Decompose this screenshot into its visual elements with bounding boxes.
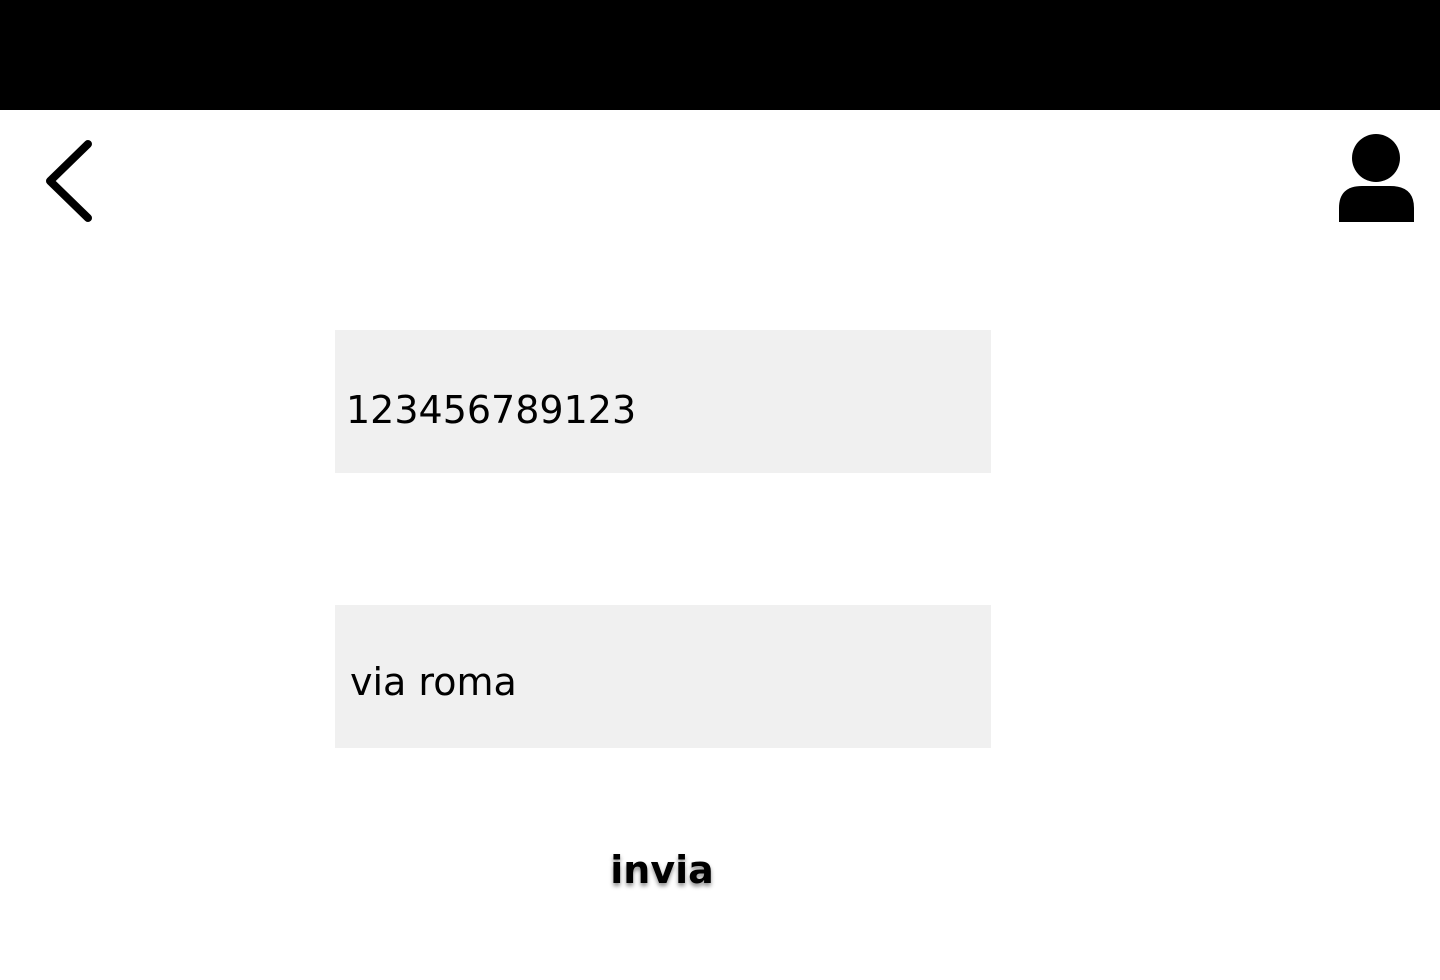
number-field-container: [335, 330, 991, 473]
back-button[interactable]: [40, 136, 100, 228]
address-field[interactable]: [335, 605, 991, 748]
chevron-left-icon: [46, 140, 92, 222]
address-field-container: [335, 605, 991, 748]
profile-button[interactable]: [1334, 130, 1420, 226]
top-bar: [0, 0, 1440, 110]
user-icon: [1339, 134, 1414, 222]
submit-button[interactable]: invia: [560, 835, 764, 905]
number-field[interactable]: [335, 330, 991, 473]
